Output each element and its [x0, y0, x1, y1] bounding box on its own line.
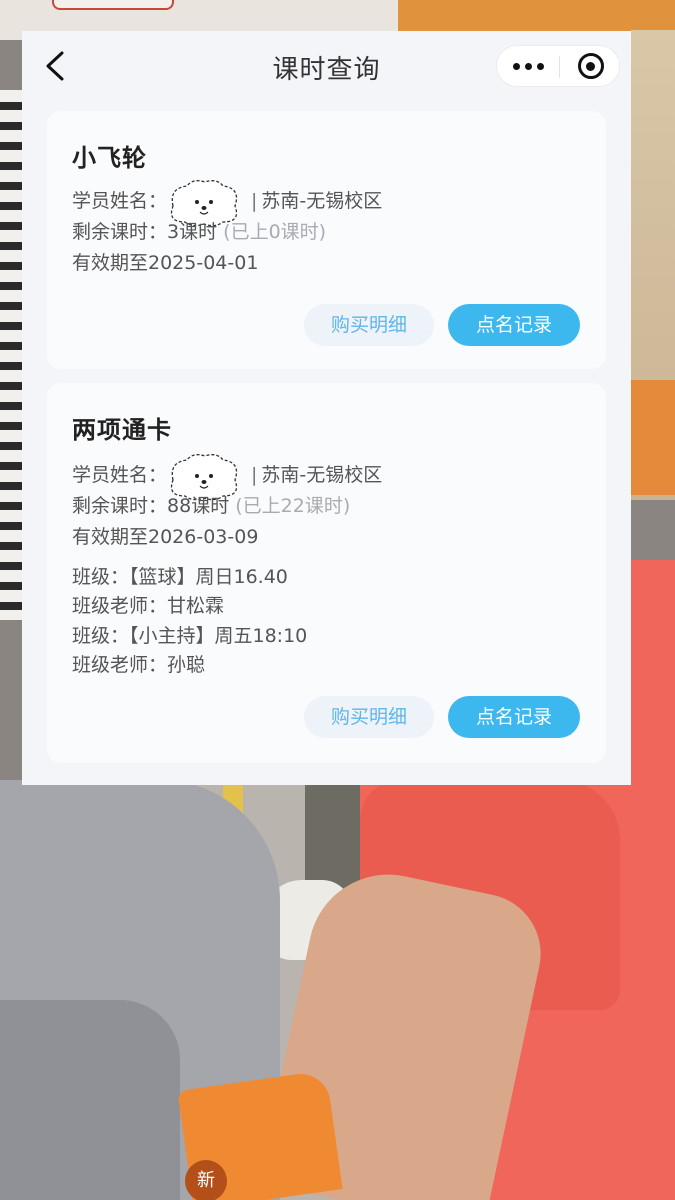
capsule-menu — [496, 45, 620, 87]
redaction-sticker — [167, 453, 247, 500]
navigation-bar: 课时查询 — [22, 31, 631, 103]
bg-badge — [52, 0, 174, 10]
target-icon — [577, 53, 604, 79]
bg-striped-shirt — [0, 90, 22, 620]
class-teacher: 班级老师：甘松霖 — [72, 595, 225, 617]
bg-grey-shadow — [0, 1000, 180, 1200]
course-name: 小飞轮 — [72, 144, 147, 172]
student-label: 学员姓名： — [72, 464, 168, 486]
campus-name: 苏南-无锡校区 — [261, 464, 383, 486]
bg-bag-logo: 新 — [185, 1160, 227, 1200]
course-card: 两项通卡 学员姓名： | 苏南-无锡校区 剩余课时：88课时 (已上22课时) 有… — [47, 383, 606, 763]
class-teacher: 班级老师：孙聪 — [72, 654, 206, 676]
used-hours: (已上22课时) — [235, 495, 351, 517]
student-line: 学员姓名： | 苏南-无锡校区 — [72, 179, 383, 226]
remaining-label: 剩余课时： — [72, 495, 168, 517]
remaining-hours: 3课时 — [167, 221, 218, 243]
student-line: 学员姓名： | 苏南-无锡校区 — [72, 453, 383, 500]
mini-program-window: 课时查询 小飞轮 学员姓名： | 苏南-无锡校区 剩余课时：3课时 (已上0课时… — [22, 31, 631, 785]
redaction-sticker — [167, 179, 247, 226]
remaining-line: 剩余课时：88课时 (已上22课时) — [72, 491, 350, 518]
student-label: 学员姓名： — [72, 190, 168, 212]
course-card: 小飞轮 学员姓名： | 苏南-无锡校区 剩余课时：3课时 (已上0课时) 有效期至… — [47, 111, 606, 369]
purchase-details-button[interactable]: 购买明细 — [304, 696, 434, 738]
valid-until: 有效期至2025-04-01 — [72, 252, 259, 274]
course-name: 两项通卡 — [72, 416, 172, 444]
valid-until: 有效期至2026-03-09 — [72, 526, 259, 548]
bg-right-orange — [631, 380, 675, 495]
more-dots-icon — [512, 62, 520, 70]
remaining-label: 剩余课时： — [72, 221, 168, 243]
close-miniprogram-button[interactable] — [560, 46, 621, 86]
class-info: 班级：【篮球】周日16.40 — [72, 566, 288, 588]
attendance-record-button[interactable]: 点名记录 — [448, 304, 580, 346]
remaining-line: 剩余课时：3课时 (已上0课时) — [72, 217, 326, 244]
used-hours: (已上0课时) — [223, 221, 327, 243]
class-info: 班级：【小主持】周五18:10 — [72, 625, 308, 647]
campus-name: 苏南-无锡校区 — [261, 190, 383, 212]
attendance-record-button[interactable]: 点名记录 — [448, 696, 580, 738]
purchase-details-button[interactable]: 购买明细 — [304, 304, 434, 346]
remaining-hours: 88课时 — [167, 495, 230, 517]
more-button[interactable] — [497, 46, 559, 86]
